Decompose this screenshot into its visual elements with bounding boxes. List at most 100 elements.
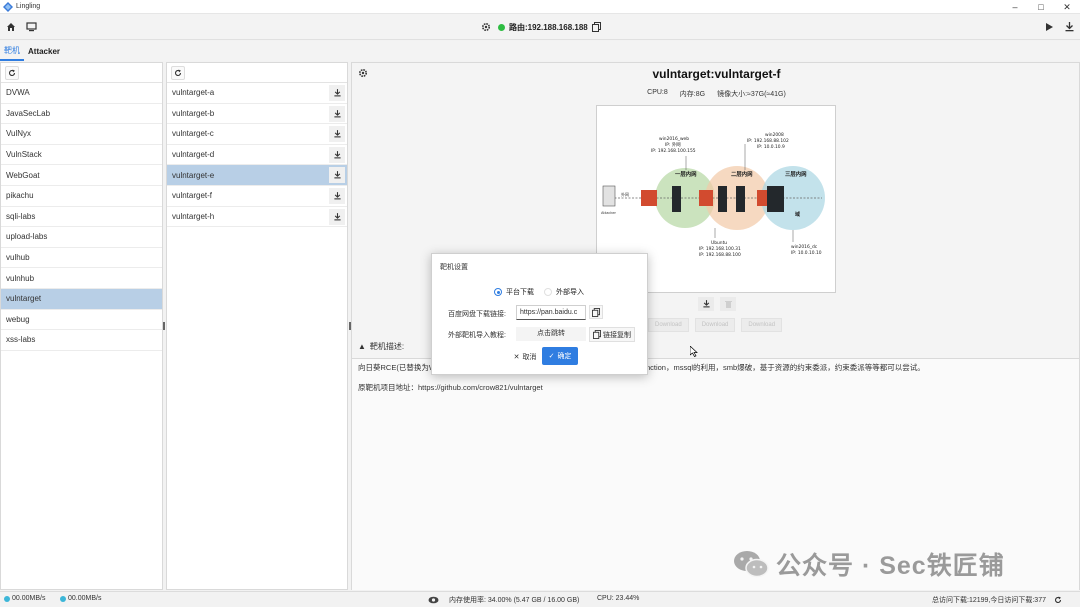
maximize-icon[interactable]: □ [1028, 0, 1054, 14]
radio-label: 外部导入 [556, 289, 584, 296]
category-item-selected[interactable]: vulntarget [1, 288, 162, 310]
radio-platform-download[interactable]: 平台下载 [494, 287, 534, 297]
category-item[interactable]: vulnhub [1, 268, 162, 289]
label-w2008-ip1: IP: 192.168.88.102 [747, 138, 789, 144]
copy-link-button[interactable] [589, 305, 603, 319]
route-label: 路由:192.188.168.188 [509, 22, 588, 32]
category-item[interactable]: VulNyx [1, 124, 162, 145]
watermark: 公众号 · Sec铁匠铺 [732, 546, 1005, 582]
home-icon[interactable] [4, 20, 18, 34]
download-button[interactable] [329, 167, 345, 184]
status-bar: 00.00MB/s 00.00MB/s 内存使用率: 34.00% (5.47 … [0, 591, 1080, 607]
toolbar: 路由:192.188.168.188 [0, 14, 1080, 40]
target-item[interactable]: vulntarget-b [167, 104, 347, 125]
download-button[interactable] [329, 187, 345, 204]
download-button[interactable] [329, 126, 345, 143]
target-item[interactable]: vulntarget-d [167, 145, 347, 166]
category-item[interactable]: DVWA [1, 83, 162, 104]
radio-selected-icon [494, 288, 502, 296]
app-logo-icon [3, 1, 13, 12]
category-item[interactable]: xss-labs [1, 330, 162, 351]
copy-icon [592, 307, 600, 317]
target-item[interactable]: vulntarget-h [167, 207, 347, 228]
category-item[interactable]: WebGoat [1, 165, 162, 186]
category-item[interactable]: vulhub [1, 248, 162, 269]
refresh-icon[interactable] [1054, 596, 1062, 604]
eye-icon[interactable] [428, 596, 439, 604]
category-item[interactable]: webug [1, 310, 162, 331]
label-zone2: 二层内网 [731, 170, 753, 178]
route-status: 路由:192.188.168.188 [498, 20, 601, 34]
target-title: vulntarget:vulntarget-f [652, 67, 781, 81]
play-icon[interactable] [1042, 20, 1056, 34]
category-item[interactable]: JavaSecLab [1, 104, 162, 125]
refresh-targets-button[interactable] [171, 66, 185, 80]
dialog-title: 靶机设置 [440, 264, 468, 271]
download-button[interactable] [329, 105, 345, 122]
title-bar: Lingling – □ ✕ [0, 0, 1080, 14]
link-label: 百度网盘下载链接: [448, 311, 506, 318]
target-label: vulntarget-b [172, 108, 215, 118]
close-icon[interactable]: ✕ [1054, 0, 1080, 14]
description-header[interactable]: ▲ 靶机描述: [358, 341, 404, 352]
download-icon [333, 212, 341, 220]
radio-unselected-icon [544, 288, 552, 296]
target-label: vulntarget-c [172, 129, 214, 139]
category-item[interactable]: upload-labs [1, 227, 162, 248]
cpu-usage-value: CPU: 23.44% [597, 595, 640, 602]
splitter-handle[interactable] [163, 322, 165, 330]
online-status-icon [498, 23, 505, 31]
disabled-button: Download [694, 318, 736, 332]
confirm-button[interactable]: ✓ 确定 [542, 347, 578, 365]
category-item[interactable]: sqli-labs [1, 207, 162, 228]
radio-external-import[interactable]: 外部导入 [544, 287, 584, 297]
category-item[interactable]: VulnStack [1, 145, 162, 166]
app-title: Lingling [16, 3, 41, 10]
refresh-categories-button[interactable] [5, 66, 19, 80]
tab-attacker[interactable]: Attacker [24, 41, 64, 61]
download-image-button[interactable] [698, 297, 714, 311]
jump-to-tutorial-button[interactable]: 点击跳转 [516, 327, 586, 341]
label-w2008-name: win2008 [765, 132, 784, 138]
watermark-text: 公众号 · Sec铁匠铺 [776, 552, 1005, 580]
close-icon: ✕ [513, 354, 520, 361]
visit-stats-value: 总访问下载:12199,今日访问下载:377 [932, 597, 1046, 604]
trash-icon [724, 301, 732, 308]
target-label: vulntarget-h [172, 211, 215, 221]
radio-label: 平台下载 [506, 289, 534, 296]
disabled-actions: Download Download Download [648, 318, 783, 332]
target-item[interactable]: vulntarget-a [167, 83, 347, 104]
copy-tutorial-link-button[interactable]: 链接复制 [589, 327, 635, 342]
mouse-cursor-icon [690, 346, 698, 357]
target-item-selected[interactable]: vulntarget-e [167, 165, 347, 186]
label-ubuntu-ip1: IP: 192.168.100.31 [699, 246, 741, 252]
download-button[interactable] [329, 85, 345, 101]
upload-speed: 00.00MB/s [4, 595, 45, 602]
download-button[interactable] [329, 208, 345, 225]
monitor-icon[interactable] [24, 20, 38, 34]
download-icon [333, 150, 341, 159]
minimize-icon[interactable]: – [1002, 0, 1028, 14]
download-speed: 00.00MB/s [60, 595, 101, 602]
label-web-ip1: IP: 外网 [665, 141, 681, 148]
label-dc-name: win2016_dc [791, 244, 818, 250]
category-item[interactable]: pikachu [1, 186, 162, 207]
tab-targets[interactable]: 靶机 [0, 41, 24, 61]
copy-icon[interactable] [591, 22, 601, 32]
download-link-input[interactable]: https://pan.baidu.c [516, 305, 586, 320]
target-label: vulntarget-e [172, 170, 215, 180]
source-url[interactable]: 原靶机项目地址：https://github.com/crow821/vulnt… [358, 383, 1073, 393]
cancel-button[interactable]: ✕ 取消 [508, 349, 542, 365]
download-button[interactable] [329, 146, 345, 163]
wechat-icon [734, 551, 769, 578]
gear-icon[interactable] [479, 20, 493, 34]
description-label: 靶机描述: [369, 342, 405, 351]
download-icon[interactable] [1062, 20, 1076, 34]
label-zone3: 三层内网 [785, 170, 807, 178]
source-option-group: 平台下载 外部导入 [494, 287, 584, 297]
target-item[interactable]: vulntarget-c [167, 124, 347, 145]
target-item[interactable]: vulntarget-f [167, 186, 347, 207]
confirm-label: 确定 [557, 353, 572, 360]
delete-image-button[interactable] [720, 297, 736, 311]
download-icon [333, 171, 341, 179]
